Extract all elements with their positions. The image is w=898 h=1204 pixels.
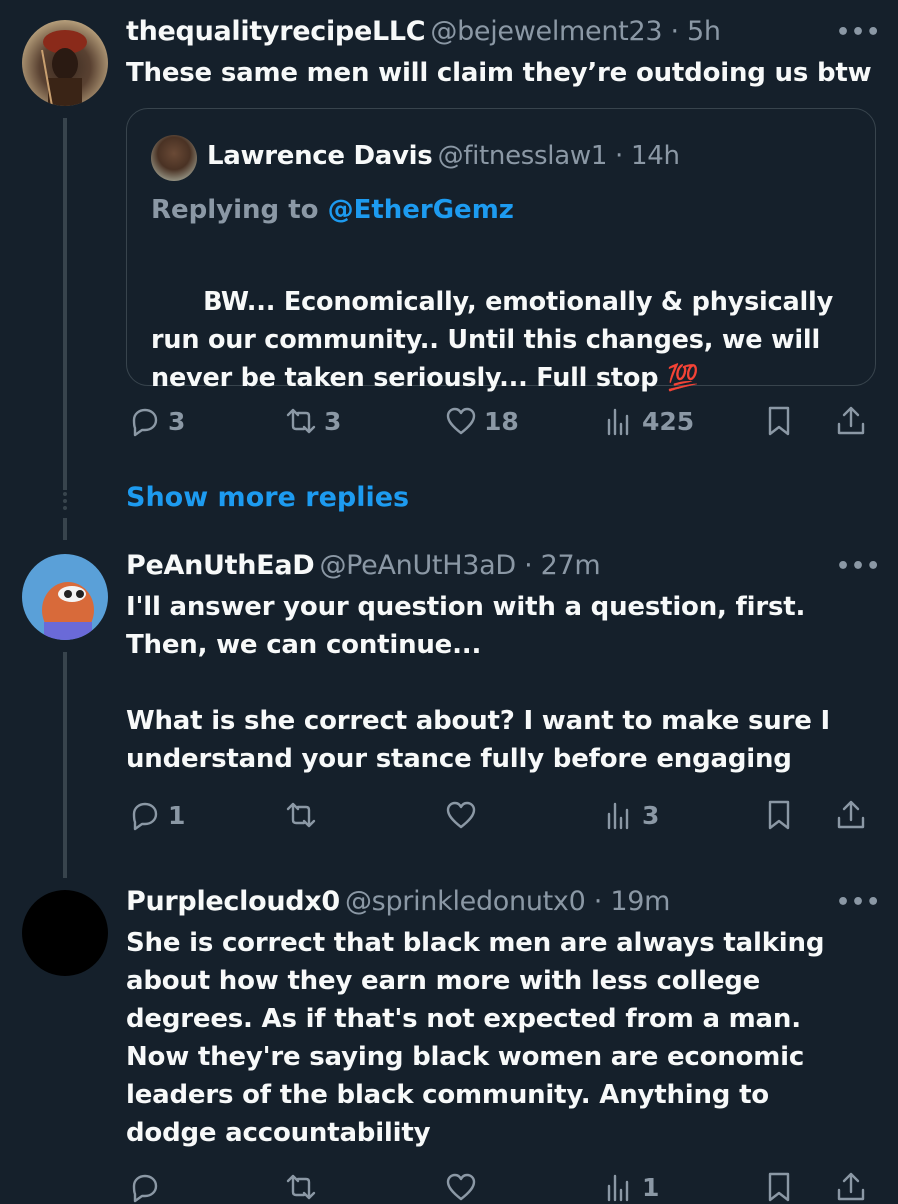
thread-line <box>63 118 67 490</box>
hundred-emoji: 💯 <box>666 363 699 393</box>
like-button[interactable] <box>444 1170 478 1204</box>
repost-icon <box>286 1174 316 1200</box>
thread-line <box>63 518 67 540</box>
views-button[interactable]: 3 <box>602 798 659 832</box>
reply-button[interactable]: 1 <box>128 798 185 832</box>
reply-icon <box>132 802 158 831</box>
like-count: 18 <box>484 406 519 436</box>
quote-tweet[interactable]: Lawrence Davis @fitnesslaw1 · 14h Replyi… <box>126 108 876 393</box>
share-icon <box>837 406 865 435</box>
thread-line <box>63 652 67 878</box>
views-button[interactable]: 425 <box>602 404 694 438</box>
bookmark-icon <box>768 406 790 436</box>
show-more-replies-link[interactable]: Show more replies <box>126 482 409 513</box>
views-count: 3 <box>642 800 660 830</box>
more-options-icon[interactable]: ••• <box>836 20 881 45</box>
avatar[interactable] <box>22 890 108 976</box>
repost-count: 3 <box>324 406 342 436</box>
tweet-text: These same men will claim they’re outdoi… <box>126 58 872 88</box>
avatar[interactable] <box>22 20 108 106</box>
more-options-icon[interactable]: ••• <box>836 554 881 579</box>
quote-author-name: Lawrence Davis <box>207 141 433 171</box>
replying-to-label: Replying to <box>151 195 328 225</box>
author-handle[interactable]: @PeAnUtH3aD · 27m <box>319 550 600 581</box>
more-options-icon[interactable]: ••• <box>836 890 881 915</box>
views-icon <box>607 1174 629 1202</box>
tweet-text: She is correct that black men are always… <box>126 928 825 1148</box>
reply-button[interactable]: 3 <box>128 404 185 438</box>
views-icon <box>607 802 629 830</box>
heart-icon <box>446 1173 476 1201</box>
avatar-image <box>41 30 87 106</box>
bookmark-button[interactable] <box>762 1170 796 1204</box>
bookmark-icon <box>768 1172 790 1202</box>
replying-to-handle[interactable]: @EtherGemz <box>328 195 514 225</box>
heart-icon <box>446 801 476 829</box>
share-button[interactable] <box>834 798 868 832</box>
repost-icon <box>286 802 316 828</box>
reply-icon <box>132 1174 158 1203</box>
bookmark-button[interactable] <box>762 798 796 832</box>
heart-icon <box>446 407 476 435</box>
reply-button[interactable] <box>128 1170 162 1204</box>
like-button[interactable] <box>444 798 478 832</box>
reply-icon <box>132 408 158 437</box>
share-icon <box>837 1172 865 1201</box>
like-button[interactable]: 18 <box>444 404 519 438</box>
views-count: 1 <box>642 1172 660 1202</box>
share-icon <box>837 800 865 829</box>
author-name[interactable]: Purplecloudx0 <box>126 886 340 917</box>
author-name[interactable]: PeAnUthEaD <box>126 550 315 581</box>
repost-icon <box>286 408 316 434</box>
repost-button[interactable]: 3 <box>284 404 341 438</box>
views-count: 425 <box>642 406 695 436</box>
views-button[interactable]: 1 <box>602 1170 659 1204</box>
thread-dots <box>63 492 67 512</box>
reply-count: 3 <box>168 406 186 436</box>
avatar-image <box>42 582 94 640</box>
share-button[interactable] <box>834 1170 868 1204</box>
avatar <box>151 135 197 181</box>
quote-author-handle: @fitnesslaw1 · 14h <box>437 141 680 171</box>
quote-text: BW... Economically, emotionally & physic… <box>151 287 834 393</box>
views-icon <box>607 408 629 436</box>
author-handle[interactable]: @bejewelment23 · 5h <box>430 16 721 47</box>
share-button[interactable] <box>834 404 868 438</box>
repost-button[interactable] <box>284 1170 318 1204</box>
author-name[interactable]: thequalityrecipeLLC <box>126 16 426 47</box>
avatar[interactable] <box>22 554 108 640</box>
repost-button[interactable] <box>284 798 318 832</box>
author-handle[interactable]: @sprinkledonutx0 · 19m <box>345 886 670 917</box>
reply-count: 1 <box>168 800 186 830</box>
bookmark-icon <box>768 800 790 830</box>
tweet-text: I'll answer your question with a questio… <box>126 592 830 774</box>
bookmark-button[interactable] <box>762 404 796 438</box>
